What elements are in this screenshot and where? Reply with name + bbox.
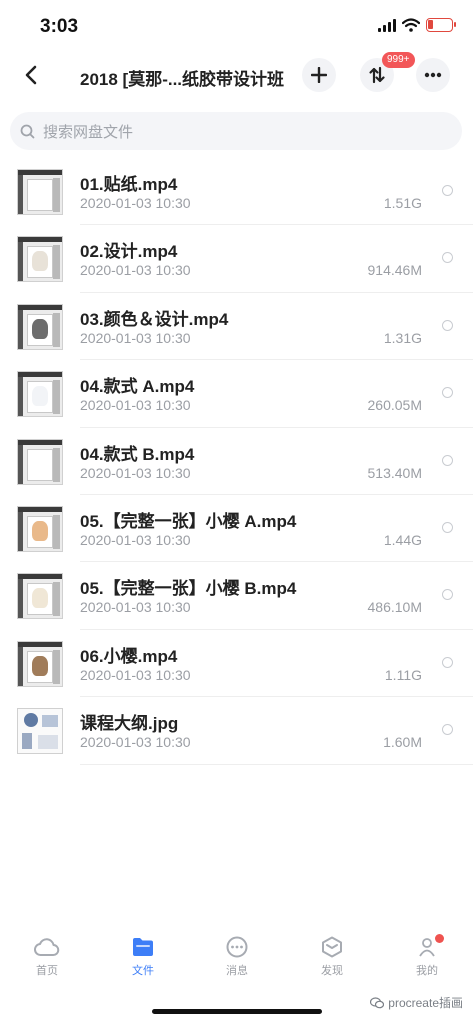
wechat-icon: [370, 996, 385, 1008]
select-radio[interactable]: [442, 724, 453, 736]
cube-icon: [322, 936, 342, 958]
header: 2018 [莫那-...纸胶带设计班 999+: [0, 52, 473, 100]
transfer-arrows-icon: [369, 66, 385, 84]
more-button[interactable]: [416, 58, 450, 92]
home-indicator: [152, 1009, 322, 1014]
page-title: 2018 [莫那-...纸胶带设计班: [80, 70, 285, 89]
transfer-count-badge: 999+: [382, 52, 415, 68]
file-row[interactable]: 02.设计.mp4 2020-01-03 10:30 914.46M: [0, 225, 473, 294]
status-bar: 3:03: [0, 0, 473, 52]
back-button[interactable]: [18, 60, 44, 90]
select-radio[interactable]: [442, 252, 453, 264]
file-name: 05.【完整一张】小樱 A.mp4: [80, 511, 297, 531]
status-time: 3:03: [40, 16, 79, 37]
add-button[interactable]: [302, 58, 336, 92]
video-thumbnail: [17, 371, 63, 418]
file-size: 486.10M: [367, 599, 422, 616]
file-row[interactable]: 06.小樱.mp4 2020-01-03 10:30 1.11G: [0, 630, 473, 698]
file-date: 2020-01-03 10:30: [80, 599, 191, 616]
file-row[interactable]: 课程大纲.jpg 2020-01-03 10:30 1.60M: [0, 697, 473, 765]
file-name: 01.贴纸.mp4: [80, 175, 178, 194]
signal-icon: [378, 18, 396, 32]
video-thumbnail: [17, 236, 63, 283]
file-date: 2020-01-03 10:30: [80, 666, 191, 683]
tab-label: 发现: [321, 965, 343, 977]
file-date: 2020-01-03 10:30: [80, 329, 191, 346]
file-size: 1.60M: [383, 734, 422, 751]
select-radio[interactable]: [442, 387, 453, 399]
file-date: 2020-01-03 10:30: [80, 531, 191, 548]
file-row[interactable]: 01.贴纸.mp4 2020-01-03 10:30 1.51G: [0, 158, 473, 226]
video-thumbnail: [17, 438, 63, 485]
video-thumbnail: [17, 640, 63, 687]
cloud-icon: [34, 938, 60, 956]
file-name: 06.小樱.mp4: [80, 646, 178, 666]
tab-label: 首页: [36, 965, 58, 977]
tab-mine[interactable]: 我的: [397, 934, 457, 978]
watermark-text: procreate插画: [388, 996, 463, 1010]
select-radio[interactable]: [442, 521, 453, 533]
status-icons: [378, 18, 456, 32]
file-date: 2020-01-03 10:30: [80, 195, 191, 211]
file-name: 课程大纲.jpg: [80, 714, 179, 734]
file-size: 1.11G: [384, 666, 422, 683]
select-radio[interactable]: [442, 454, 453, 466]
file-row[interactable]: 03.颜色＆设计.mp4 2020-01-03 10:30 1.31G: [0, 293, 473, 361]
tab-label: 我的: [416, 965, 438, 977]
tab-messages[interactable]: 消息: [207, 936, 267, 978]
file-size: 1.31G: [383, 329, 422, 346]
watermark: procreate插画: [370, 994, 463, 1011]
notification-dot: [435, 934, 444, 943]
file-row[interactable]: 05.【完整一张】小樱 B.mp4 2020-01-03 10:30 486.1…: [0, 562, 473, 631]
file-list: 01.贴纸.mp4 2020-01-03 10:30 1.51G 02.设计.m…: [0, 158, 473, 765]
file-name: 03.颜色＆设计.mp4: [80, 309, 229, 329]
file-name: 04.款式 A.mp4: [80, 377, 195, 397]
battery-icon: [426, 18, 456, 32]
file-row[interactable]: 04.款式 B.mp4 2020-01-03 10:30 513.40M: [0, 428, 473, 496]
bottom-tab-bar: 首页 文件 消息 发现 我的: [0, 930, 473, 990]
search-placeholder: 搜索网盘文件: [43, 123, 134, 141]
image-thumbnail: [17, 708, 63, 755]
file-size: 914.46M: [367, 262, 422, 279]
file-date: 2020-01-03 10:30: [80, 734, 191, 751]
more-dots-icon: [424, 72, 442, 78]
tab-home[interactable]: 首页: [17, 936, 77, 978]
file-size: 1.44G: [383, 531, 422, 548]
file-row[interactable]: 04.款式 A.mp4 2020-01-03 10:30 260.05M: [0, 360, 473, 428]
wifi-icon: [402, 18, 420, 32]
file-size: 513.40M: [367, 464, 422, 481]
plus-icon: [311, 67, 327, 83]
video-thumbnail: [17, 169, 63, 215]
file-date: 2020-01-03 10:30: [80, 262, 191, 279]
select-radio[interactable]: [442, 656, 453, 668]
file-row[interactable]: 05.【完整一张】小樱 A.mp4 2020-01-03 10:30 1.44G: [0, 495, 473, 563]
file-name: 02.设计.mp4: [80, 242, 178, 262]
tab-label: 文件: [132, 965, 154, 977]
video-thumbnail: [17, 505, 63, 552]
select-radio[interactable]: [442, 185, 453, 196]
tab-files[interactable]: 文件: [113, 936, 173, 978]
tab-discover[interactable]: 发现: [302, 936, 362, 978]
file-size: 1.51G: [383, 195, 422, 211]
file-name: 04.款式 B.mp4: [80, 444, 195, 464]
file-date: 2020-01-03 10:30: [80, 397, 191, 414]
chat-bubble-icon: [226, 936, 248, 958]
file-date: 2020-01-03 10:30: [80, 464, 191, 481]
file-size: 260.05M: [367, 397, 422, 414]
search-input[interactable]: 搜索网盘文件: [10, 112, 462, 150]
tab-label: 消息: [226, 965, 248, 977]
select-radio[interactable]: [442, 319, 453, 331]
chevron-left-icon: [25, 65, 37, 85]
select-radio[interactable]: [442, 589, 453, 601]
video-thumbnail: [17, 573, 63, 620]
file-name: 05.【完整一张】小樱 B.mp4: [80, 579, 297, 599]
folder-icon: [133, 938, 153, 956]
video-thumbnail: [17, 303, 63, 350]
search-icon: [20, 124, 35, 138]
